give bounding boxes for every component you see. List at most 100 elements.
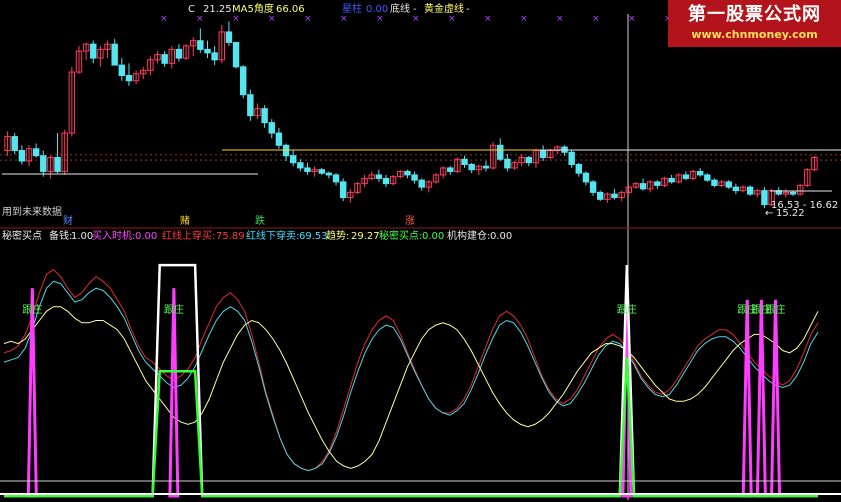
candle-body — [639, 183, 647, 190]
candle-body — [525, 156, 533, 164]
bottom-line-value: - — [413, 4, 417, 15]
indicator-item-3-label: 红线上穿买: — [162, 229, 215, 242]
candle-body — [582, 172, 590, 183]
indicator-item-4-label: 红线下穿卖: — [246, 229, 299, 242]
candle-body — [375, 174, 383, 179]
follow-label: 跟庄 — [164, 303, 184, 316]
indicator-series — [0, 263, 841, 498]
candle-body — [482, 165, 490, 169]
yellow-series-line — [3, 306, 819, 469]
candle-body — [746, 186, 754, 195]
candle-body — [382, 177, 390, 185]
candle-body — [11, 136, 18, 152]
indicator-item-3-value: 75.89 — [216, 231, 245, 242]
flag-value: 0.00 — [366, 4, 388, 15]
candle-body — [297, 162, 304, 169]
candle-body — [732, 186, 740, 192]
indicator-item-1-value: 1.00 — [71, 231, 93, 242]
marker-zhang: 涨 — [405, 215, 415, 227]
cross-mark: × — [376, 14, 384, 24]
price-value: 21.25 — [203, 4, 232, 15]
candle-body — [468, 163, 475, 171]
signal-spike — [769, 299, 782, 498]
bottom-line-label: 底线 — [390, 2, 410, 15]
candle-body — [654, 181, 661, 186]
candle-body — [339, 181, 347, 199]
candle-body — [232, 41, 240, 68]
candle-body — [282, 144, 290, 157]
cross-mark: × — [268, 14, 276, 24]
indicator-item-0-label: 秘密买点 — [2, 229, 42, 242]
candle-body — [289, 155, 297, 164]
indicator-item-4-value: 69.53 — [299, 231, 328, 242]
indicator-item-7-label: 机构建仓: — [447, 229, 490, 242]
candle-body — [539, 150, 547, 158]
candle-body — [275, 132, 283, 146]
candle-body — [497, 144, 504, 160]
indicator-item-5-value: 29.27 — [351, 231, 380, 242]
gold-line-label: 黄金虚线 — [424, 2, 464, 15]
candle-body — [682, 174, 690, 179]
cross-mark: × — [556, 14, 564, 24]
future-data-note: 用到未来数据 — [2, 205, 62, 218]
candle-body — [589, 181, 597, 193]
logo-text: 第一股票公式网 — [688, 4, 821, 25]
cross-mark: × — [448, 14, 456, 24]
candle-body — [40, 155, 47, 172]
candle-body — [568, 151, 575, 165]
price-label: C — [188, 4, 195, 15]
site-logo: 第一股票公式网 www.chnmoney.com — [668, 0, 841, 47]
candle-body — [332, 174, 340, 183]
white-step-line — [4, 263, 818, 498]
ma5-label: MA5角度 — [232, 2, 274, 15]
candle-body — [204, 48, 211, 54]
chart-canvas: ××××××××××××××× 跟庄跟庄跟庄跟庄跟庄跟庄 C 21.25 MA5… — [0, 2, 841, 500]
follow-label: 跟庄 — [766, 303, 786, 316]
candle-body — [504, 158, 511, 169]
cross-mark: × — [160, 14, 168, 24]
candle-body — [575, 163, 583, 174]
candle-body — [118, 64, 126, 77]
low-label: 15.22 — [776, 208, 805, 219]
gold-line-value: - — [466, 4, 470, 15]
candle-body — [668, 177, 675, 183]
indicator-item-7-value: 0.00 — [490, 231, 512, 242]
candle-body — [111, 43, 118, 66]
marker-du: 赌 — [180, 214, 190, 227]
candle-body — [711, 179, 718, 186]
marker-die: 跌 — [255, 214, 265, 227]
candle-body — [418, 179, 425, 188]
indicator-annotations: 跟庄 跟庄 跟庄 跟庄跟庄跟庄 — [22, 303, 785, 316]
candle-body — [597, 191, 604, 200]
candle-body — [696, 170, 704, 176]
candle-body — [761, 190, 768, 206]
indicator-item-2-value: 0.00 — [135, 231, 157, 242]
ma5-value: 66.06 — [276, 4, 305, 15]
cross-mark: × — [520, 14, 528, 24]
candle-body — [90, 43, 97, 59]
indicator-item-6-value: 0.00 — [422, 231, 444, 242]
candle-body — [411, 174, 418, 181]
candle-body — [239, 66, 247, 96]
candle-body — [268, 122, 275, 134]
cross-mark: × — [592, 14, 600, 24]
indicator-item-6-label: 秘密买点: — [379, 229, 422, 242]
candle-body — [461, 158, 468, 165]
signal-spike — [755, 299, 767, 498]
price-grid: ××××××××××××××× — [0, 14, 841, 500]
cross-mark: × — [232, 14, 240, 24]
candle-body — [175, 48, 183, 59]
cross-mark: × — [304, 14, 312, 24]
follow-label: 跟庄 — [22, 303, 42, 316]
cross-mark: × — [340, 14, 348, 24]
candle-body — [611, 193, 618, 199]
candle-body — [404, 170, 411, 176]
low-arrow: ← — [765, 208, 773, 219]
marker-cai: 财 — [63, 214, 73, 227]
candle-body — [161, 54, 168, 64]
candle-body — [789, 191, 797, 195]
indicator-header: 秘密买点 备钱: 1.00 买入时机: 0.00 红线上穿买: 75.89 红线… — [2, 229, 512, 242]
signal-spike — [168, 288, 180, 498]
cross-mark: × — [628, 14, 636, 24]
logo-url: www.chnmoney.com — [691, 28, 818, 41]
